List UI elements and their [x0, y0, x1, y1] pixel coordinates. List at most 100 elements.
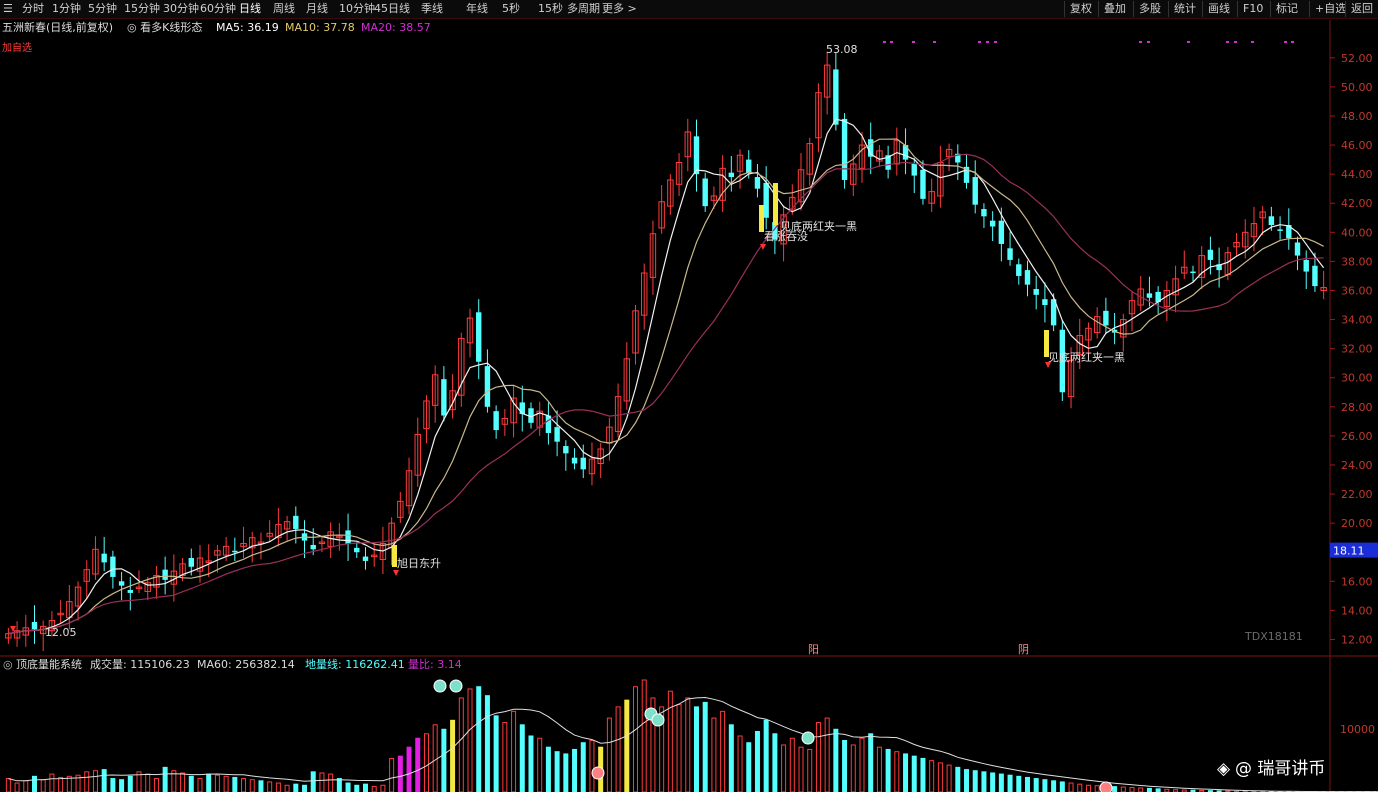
top-marker	[883, 41, 886, 43]
volume-bar	[1120, 786, 1126, 792]
volume-bar	[5, 778, 11, 792]
volume-bar	[502, 722, 508, 792]
volume-bar	[676, 704, 682, 792]
volume-bar	[188, 775, 194, 792]
volume-ma60: MA60: 256382.14	[197, 658, 295, 671]
volume-bar	[180, 772, 186, 792]
candle-down	[911, 163, 917, 176]
volume-bar	[1033, 778, 1039, 792]
volume-bar	[31, 775, 37, 792]
volume-bar	[789, 737, 795, 792]
candle-down	[702, 178, 708, 207]
signal-arrow	[393, 570, 399, 576]
volume-ratio: 量比: 3.14	[408, 658, 462, 671]
volume-bar	[606, 717, 612, 792]
volume-bar	[1016, 775, 1022, 792]
y-tick-label: 20.00	[1341, 517, 1373, 530]
top-marker	[1251, 41, 1254, 43]
top-marker	[1139, 41, 1142, 43]
candle-down	[162, 569, 168, 580]
volume-bar	[14, 782, 20, 792]
volume-bar	[807, 748, 813, 792]
y-tick-label: 26.00	[1341, 430, 1373, 443]
candle-down	[1190, 271, 1196, 274]
volume-bar	[633, 686, 639, 792]
volume-indicator-title: 顶底量能系统	[16, 658, 82, 671]
volume-bar	[537, 737, 543, 792]
volume-bar	[580, 742, 586, 792]
watermark-text: @ 瑞哥讲币	[1235, 759, 1326, 779]
volume-bar	[955, 766, 961, 792]
volume-bar	[275, 782, 281, 792]
volume-bar	[49, 773, 55, 792]
top-marker	[1291, 41, 1294, 43]
top-marker	[890, 41, 893, 43]
volume-bar	[1085, 784, 1091, 792]
volume-bar	[232, 776, 238, 792]
signal-candle	[1044, 330, 1049, 357]
marker-label-2: 阴	[1018, 643, 1029, 656]
volume-bar	[563, 753, 569, 792]
candle-down	[118, 581, 125, 586]
diamond-logo-icon: ◈	[1217, 759, 1231, 779]
candle-down	[293, 515, 299, 529]
volume-bar	[876, 746, 882, 792]
candle-down	[972, 177, 978, 205]
volume-bar	[859, 737, 865, 792]
volume-bar	[763, 719, 769, 792]
volume-bar	[319, 772, 325, 792]
y-tick-label: 48.00	[1341, 110, 1373, 123]
annotations: 53.0812.05旭日东升见底两红夹一黑见底两红夹一黑看涨吞没TDX18181…	[10, 41, 1303, 792]
candles	[5, 51, 1327, 652]
marker-label-1: 阳	[808, 643, 819, 656]
volume-bar	[511, 710, 517, 792]
volume-bar	[476, 686, 482, 792]
top-marker	[912, 41, 915, 43]
volume-bar	[754, 731, 760, 792]
moving-averages	[8, 118, 1325, 635]
candle-down	[571, 457, 578, 464]
volume-bar	[545, 746, 551, 792]
volume-bar	[990, 772, 996, 792]
candle-down	[1312, 265, 1318, 287]
volume-bar	[815, 722, 821, 792]
volume-bar	[302, 784, 308, 792]
volume-bar	[1059, 781, 1065, 792]
volume-bar	[1112, 786, 1118, 792]
price-grid	[0, 20, 1378, 792]
volume-bar	[946, 764, 952, 792]
volume-bar	[493, 715, 499, 792]
volume-bar	[206, 773, 212, 792]
volume-signal-dot	[651, 713, 665, 727]
volume-bar	[1042, 779, 1048, 792]
candle-down	[841, 118, 848, 180]
candle-down	[1303, 259, 1309, 272]
current-price-label: 18.11	[1333, 545, 1365, 558]
y-tick-label: 16.00	[1341, 575, 1373, 588]
volume-indicator-icon[interactable]: ◎	[3, 657, 13, 673]
candle-down	[1024, 270, 1031, 285]
volume-bar	[903, 753, 909, 792]
volume-bar	[406, 746, 412, 792]
top-marker	[1284, 41, 1287, 43]
candle-down	[1016, 264, 1022, 276]
y-tick-label: 52.00	[1341, 52, 1373, 65]
y-tick-label: 14.00	[1341, 604, 1373, 617]
candle-down	[476, 312, 482, 362]
volume-bar	[798, 746, 804, 792]
high-price-label: 53.08	[826, 43, 858, 56]
volume-bar	[702, 701, 708, 792]
volume-bar	[362, 783, 368, 792]
volume-bar	[667, 690, 673, 792]
volume-bar	[101, 769, 107, 792]
volume-bar	[310, 771, 316, 792]
top-marker	[986, 41, 989, 43]
volume-bar	[911, 755, 917, 792]
candle-down	[362, 556, 369, 561]
volume-bar	[432, 724, 438, 792]
volume-bar	[162, 766, 168, 792]
volume-bar	[484, 695, 490, 792]
candle-down	[920, 169, 926, 199]
volume-bar	[397, 755, 403, 792]
volume-bar	[450, 719, 456, 792]
